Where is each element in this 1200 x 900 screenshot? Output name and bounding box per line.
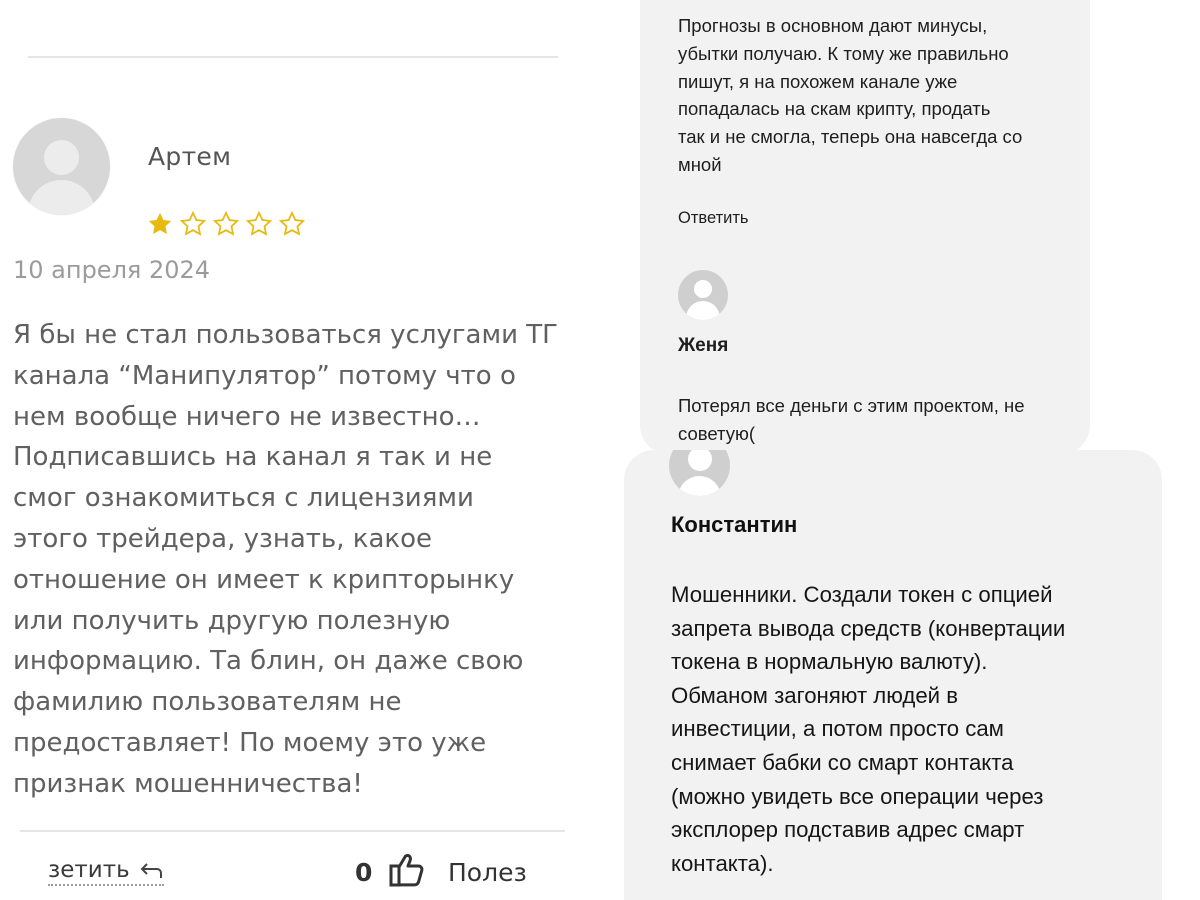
reply-button[interactable]: зетить (48, 857, 164, 886)
star-icon-1 (148, 212, 172, 235)
review-text: Я бы не стал пользоваться услугами ТГ ка… (13, 320, 558, 799)
top-divider (28, 56, 558, 58)
avatar-head-shape (44, 140, 79, 175)
reply-link-1[interactable]: Ответить (678, 209, 749, 228)
star-icon-4 (245, 210, 273, 236)
star-icon-3 (212, 210, 240, 236)
avatar-head-shape (694, 280, 712, 298)
reviewer-name: Артем (148, 142, 232, 171)
avatar-zhenya (678, 270, 728, 320)
likes-count: 0 (355, 858, 373, 887)
comment-author-3: Константин (671, 512, 798, 537)
star-icon-5 (278, 210, 306, 236)
bottom-divider (20, 830, 565, 832)
star-icon-2 (179, 210, 207, 236)
comment-card-top: Прогнозы в основном дают минусы, убытки … (640, 0, 1090, 455)
reply-label: зетить (48, 857, 130, 883)
comment-text-1: Прогнозы в основном дают минусы, убытки … (678, 15, 1023, 175)
avatar-body-shape (678, 476, 721, 496)
review-panel: Артем 10 апреля 2024 Я бы не стал пользо… (0, 0, 600, 900)
avatar-head-shape (688, 450, 712, 471)
avatar-body-shape (28, 180, 95, 215)
useful-button[interactable]: Полез (448, 858, 530, 887)
star-rating (146, 210, 306, 238)
reviewer-avatar (13, 118, 110, 215)
thumbs-up-icon[interactable] (388, 850, 424, 888)
comment-author-2: Женя (678, 335, 729, 356)
comment-text-2: Потерял все деньги с этим проектом, не с… (678, 395, 1025, 444)
avatar-konstantin (669, 450, 730, 496)
avatar-body-shape (686, 301, 720, 320)
comment-card-bottom: Константин Мошенники. Создали токен с оп… (624, 450, 1162, 900)
reply-arrow-icon (140, 863, 162, 878)
review-date: 10 апреля 2024 (13, 256, 211, 284)
comment-text-3: Мошенники. Создали токен с опцией запрет… (671, 582, 1066, 876)
